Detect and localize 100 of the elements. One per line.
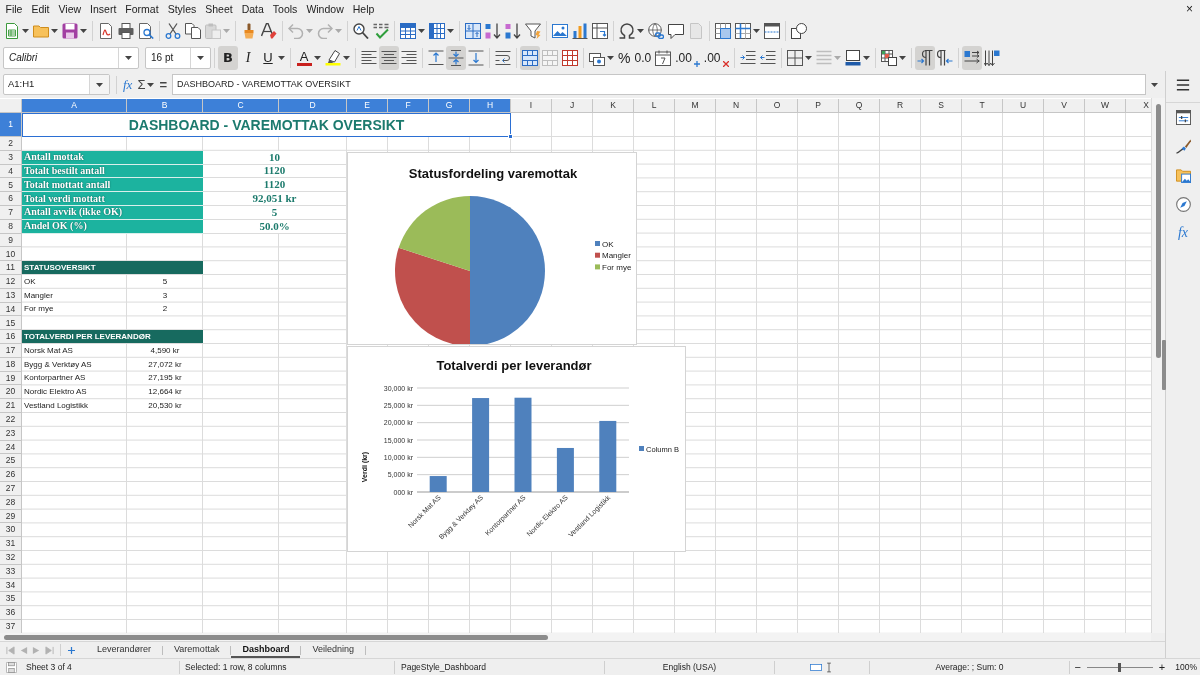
column-header[interactable]: N bbox=[716, 99, 757, 113]
horizontal-scrollbar[interactable] bbox=[0, 633, 1151, 641]
caret-icon[interactable] bbox=[418, 28, 425, 33]
menu-item[interactable]: Help bbox=[348, 1, 379, 16]
column-header[interactable]: X bbox=[1126, 99, 1151, 113]
italic-button[interactable]: I bbox=[238, 45, 258, 70]
caret-icon[interactable] bbox=[51, 28, 58, 33]
language-text[interactable]: English (USA) bbox=[662, 660, 717, 674]
menu-item[interactable]: Data bbox=[237, 1, 269, 16]
zoom-percent-text[interactable]: 100% bbox=[1175, 660, 1197, 674]
table-rows-icon[interactable] bbox=[400, 22, 416, 39]
row-header[interactable]: 21 bbox=[0, 399, 22, 413]
function-wizard-button[interactable]: fx bbox=[120, 74, 136, 95]
caret-icon[interactable] bbox=[343, 55, 350, 60]
caret-icon[interactable] bbox=[96, 82, 103, 87]
column-header[interactable]: B bbox=[127, 99, 203, 113]
column-header[interactable]: S bbox=[921, 99, 962, 113]
row-header[interactable]: 16 bbox=[0, 330, 22, 344]
caret-icon[interactable] bbox=[1150, 82, 1158, 87]
name-box-field[interactable]: A1:H1 bbox=[3, 74, 110, 95]
row-header[interactable]: 15 bbox=[0, 316, 22, 331]
column-header[interactable]: W bbox=[1085, 99, 1126, 113]
omega-icon[interactable] bbox=[619, 22, 635, 39]
caret-icon[interactable] bbox=[898, 55, 906, 60]
functions-button[interactable]: fx bbox=[1175, 222, 1191, 244]
row-header[interactable]: 36 bbox=[0, 606, 22, 620]
column-header[interactable]: H bbox=[470, 99, 511, 113]
freeze-panes-icon[interactable] bbox=[735, 22, 751, 39]
column-header[interactable]: O bbox=[757, 99, 798, 113]
menu-item[interactable]: Window bbox=[301, 1, 349, 16]
row-header[interactable]: 25 bbox=[0, 454, 22, 469]
row-header[interactable]: 1 bbox=[0, 113, 22, 137]
cross-icon[interactable] bbox=[722, 60, 729, 67]
caret-icon[interactable] bbox=[147, 82, 155, 87]
zoom-slider[interactable] bbox=[1086, 661, 1153, 673]
caret-icon[interactable] bbox=[125, 55, 132, 60]
font-size-field[interactable]: 16 pt bbox=[145, 46, 211, 69]
row-header[interactable]: 5 bbox=[0, 178, 22, 193]
menu-item[interactable]: Sheet bbox=[200, 1, 238, 16]
conditional-format-icon[interactable] bbox=[880, 49, 897, 66]
column-header[interactable]: I bbox=[511, 99, 552, 113]
sheet-tab[interactable]: Varemottak bbox=[163, 642, 231, 658]
column-header[interactable]: J bbox=[552, 99, 593, 113]
caret-icon[interactable] bbox=[607, 55, 614, 60]
caret-icon[interactable] bbox=[278, 55, 285, 60]
column-header[interactable]: C bbox=[203, 99, 279, 113]
caret-icon[interactable] bbox=[862, 55, 870, 60]
column-header[interactable]: T bbox=[962, 99, 1003, 113]
selection-mode-icon[interactable] bbox=[810, 661, 822, 673]
column-header[interactable]: P bbox=[798, 99, 839, 113]
column-header[interactable]: Q bbox=[839, 99, 880, 113]
table-columns-icon[interactable] bbox=[429, 22, 445, 39]
vertical-scrollbar[interactable] bbox=[1151, 98, 1165, 633]
number-format-button[interactable]: 0.0 bbox=[632, 45, 654, 70]
border-color-icon[interactable] bbox=[844, 49, 861, 66]
column-header[interactable]: D bbox=[279, 99, 347, 113]
sum-button[interactable]: Σ bbox=[135, 74, 157, 95]
close-button[interactable]: × bbox=[1183, 1, 1196, 16]
formula-button[interactable]: = bbox=[156, 74, 171, 95]
underline-button[interactable]: U bbox=[258, 45, 287, 70]
fill-handle[interactable] bbox=[508, 134, 513, 139]
caret-icon[interactable] bbox=[314, 55, 321, 60]
menu-item[interactable]: Format bbox=[120, 1, 164, 16]
percent-format-button[interactable]: % bbox=[616, 45, 633, 70]
row-header[interactable]: 20 bbox=[0, 385, 22, 400]
font-color-button[interactable]: A bbox=[294, 45, 323, 70]
add-decimal-button[interactable]: .00 bbox=[673, 45, 702, 70]
plus-icon[interactable] bbox=[693, 60, 700, 67]
column-header[interactable]: U bbox=[1003, 99, 1044, 113]
zoom-in-button[interactable]: + bbox=[1156, 661, 1168, 673]
bold-button[interactable]: B bbox=[218, 45, 238, 70]
column-header[interactable]: E bbox=[347, 99, 388, 113]
column-header[interactable]: R bbox=[880, 99, 921, 113]
delete-decimal-button[interactable]: .00 bbox=[701, 45, 731, 70]
menu-item[interactable]: Tools bbox=[268, 1, 302, 16]
column-header[interactable]: G bbox=[429, 99, 470, 113]
menu-item[interactable]: Styles bbox=[163, 1, 201, 16]
row-header[interactable]: 6 bbox=[0, 192, 22, 206]
sheet-tab[interactable]: Veiledning bbox=[301, 642, 365, 658]
row-header[interactable]: 10 bbox=[0, 247, 22, 262]
sheet-tab[interactable]: Leverandører bbox=[86, 642, 163, 658]
highlighter-icon[interactable] bbox=[325, 49, 341, 66]
menu-item[interactable]: View bbox=[54, 1, 86, 16]
row-header[interactable]: 31 bbox=[0, 537, 22, 551]
column-header[interactable]: K bbox=[593, 99, 634, 113]
caret-icon[interactable] bbox=[753, 28, 760, 33]
caret-icon[interactable] bbox=[804, 55, 812, 60]
sidebar-grip[interactable] bbox=[1162, 340, 1166, 390]
menu-item[interactable]: Insert bbox=[85, 1, 121, 16]
spreadsheet-file-icon[interactable] bbox=[4, 22, 20, 39]
column-header[interactable]: M bbox=[675, 99, 716, 113]
zoom-slider-thumb[interactable] bbox=[1118, 662, 1122, 672]
column-header[interactable]: L bbox=[634, 99, 675, 113]
column-header[interactable]: A bbox=[22, 99, 127, 113]
column-header[interactable]: F bbox=[388, 99, 429, 113]
font-color-bar-icon[interactable] bbox=[296, 62, 312, 66]
row-header[interactable]: 11 bbox=[0, 261, 22, 275]
row-header[interactable]: 2 bbox=[0, 137, 22, 151]
caret-icon[interactable] bbox=[447, 28, 454, 33]
caret-icon[interactable] bbox=[197, 55, 204, 60]
